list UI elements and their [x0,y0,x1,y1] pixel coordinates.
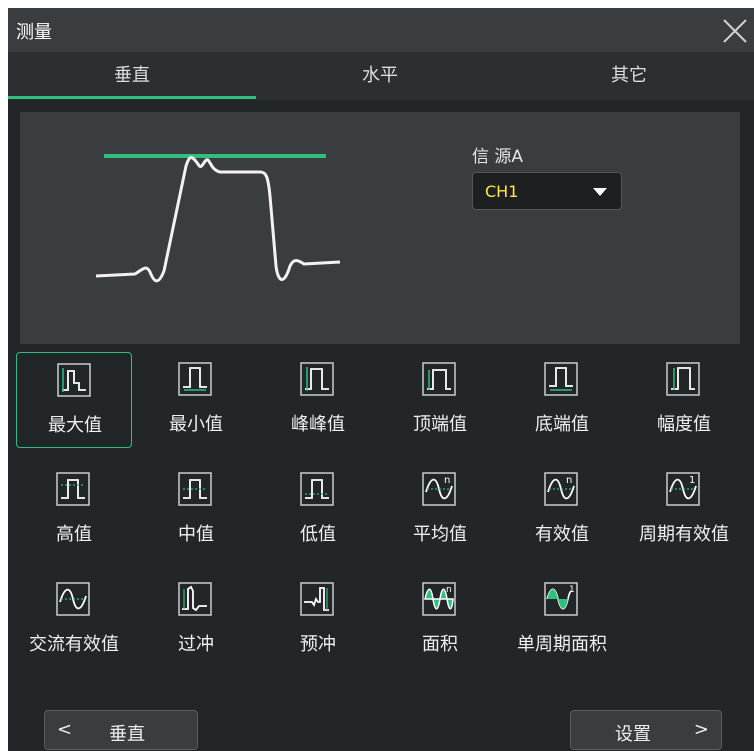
waveform-illustration [95,154,341,283]
measure-dialog: 测量 垂直 水平 其它 信 源A CH1 最大值 最小值 峰峰值 顶端值 底端值… [8,8,754,751]
average-icon: n [422,472,456,506]
upper-icon [56,472,90,506]
waveform-preview: 信 源A CH1 [20,112,740,344]
settings-label: 设置 [615,724,651,745]
base-icon [544,362,578,396]
measure-item-min[interactable]: 最小值 [138,352,254,448]
measure-label: 有效值 [535,524,589,545]
measure-item-lower[interactable]: 低值 [260,462,376,558]
measure-item-overshoot[interactable]: 过冲 [138,572,254,668]
chevron-right-icon: > [693,719,709,740]
measure-item-period-rms[interactable]: 1 周期有效值 [626,462,742,558]
measure-item-max[interactable]: 最大值 [16,352,132,448]
measure-label: 低值 [300,524,336,545]
middle-icon [178,472,212,506]
preshoot-icon [300,582,334,616]
source-a-label: 信 源A [472,147,524,167]
svg-text:n: n [444,475,450,486]
active-tab-indicator [8,96,256,99]
measure-label: 单周期面积 [517,634,607,655]
tab-horizontal[interactable]: 水平 [256,52,504,100]
measure-item-middle[interactable]: 中值 [138,462,254,558]
measure-label: 平均值 [413,524,467,545]
measure-label: 中值 [178,524,214,545]
tab-bar: 垂直 水平 其它 [8,52,754,100]
measure-label: 预冲 [300,634,336,655]
source-a-value: CH1 [485,182,519,201]
tab-vertical[interactable]: 垂直 [8,52,256,100]
close-icon[interactable] [720,16,750,46]
measure-item-peak-peak[interactable]: 峰峰值 [260,352,376,448]
peak-peak-icon [300,362,334,396]
svg-text:n: n [446,585,452,595]
measure-item-upper[interactable]: 高值 [16,462,132,558]
measure-item-ac-rms[interactable]: 交流有效值 [16,572,132,668]
prev-page-label: 垂直 [109,724,145,745]
measure-label: 底端值 [535,414,589,435]
measure-label: 过冲 [178,634,214,655]
svg-text:1: 1 [689,475,695,486]
dialog-title: 测量 [16,22,52,43]
prev-page-button[interactable]: < 垂直 [44,710,198,750]
overshoot-icon [178,582,212,616]
measure-label: 最大值 [48,415,102,436]
title-bar: 测量 [8,8,754,52]
measure-label: 周期有效值 [639,524,729,545]
period-area-icon: 1 [544,582,578,616]
period-rms-icon: 1 [666,472,700,506]
area-icon: n [422,582,456,616]
measure-item-amplitude[interactable]: 幅度值 [626,352,742,448]
lower-icon [300,472,334,506]
measure-label: 交流有效值 [29,634,119,655]
measure-item-base[interactable]: 底端值 [504,352,620,448]
measure-item-preshoot[interactable]: 预冲 [260,572,376,668]
measure-item-area[interactable]: n 面积 [382,572,498,668]
svg-text:1: 1 [569,585,575,595]
measure-item-period-area[interactable]: 1 单周期面积 [504,572,620,668]
rms-icon: n [544,472,578,506]
ac-rms-icon [56,582,90,616]
measure-label: 顶端值 [413,414,467,435]
tab-other[interactable]: 其它 [504,52,754,100]
measure-item-rms[interactable]: n 有效值 [504,462,620,558]
settings-button[interactable]: 设置 > [570,710,722,750]
chevron-left-icon: < [57,719,73,740]
measure-item-top[interactable]: 顶端值 [382,352,498,448]
svg-text:n: n [566,475,572,486]
amplitude-icon [666,362,700,396]
measure-label: 峰峰值 [291,414,345,435]
caret-down-icon [593,188,607,196]
source-a-select[interactable]: CH1 [472,172,622,210]
measure-label: 高值 [56,524,92,545]
measure-label: 幅度值 [657,414,711,435]
top-icon [422,362,456,396]
max-icon [57,363,91,397]
measure-label: 面积 [422,634,458,655]
min-icon [178,362,212,396]
measure-item-average[interactable]: n 平均值 [382,462,498,558]
measure-label: 最小值 [169,414,223,435]
